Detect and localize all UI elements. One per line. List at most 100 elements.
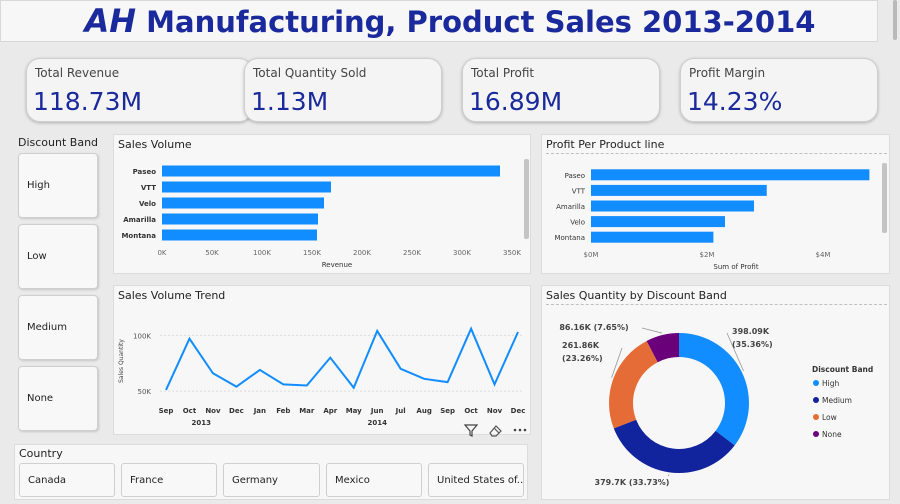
kpi-card-total-profit: Total Profit 16.89M	[462, 58, 660, 122]
year-label: 2013	[191, 419, 211, 427]
slicer-option-label: Medium	[27, 322, 67, 333]
kpi-label: Total Revenue	[35, 66, 120, 80]
slicer-option-low[interactable]: Low	[18, 224, 98, 289]
country-slicer: Country Canada France Germany Mexico Uni…	[14, 444, 528, 500]
x-tick-label: Dec	[229, 407, 244, 415]
x-tick-label: $4M	[816, 251, 831, 259]
bar	[162, 181, 331, 193]
leader-line	[641, 327, 662, 334]
slicer-title: Country	[19, 447, 63, 460]
country-option-label: Germany	[232, 474, 278, 486]
country-option-germany[interactable]: Germany	[223, 463, 320, 497]
slicer-option-high[interactable]: High	[18, 153, 98, 218]
x-tick-label: Jul	[395, 407, 406, 415]
category-label: Amarilla	[123, 216, 156, 224]
more-options-icon[interactable]	[510, 422, 530, 438]
x-tick-label: Sep	[440, 407, 455, 415]
sales-volume-trend-chart: Sales Volume Trend 50K 100K Sales Quantity…	[113, 285, 531, 438]
title-bar: AH Manufacturing, Product Sales 2013-201…	[0, 0, 897, 42]
kpi-card-total-quantity: Total Quantity Sold 1.13M	[244, 58, 442, 122]
data-label-pct: (35.36%)	[732, 340, 773, 349]
year-label: 2014	[367, 419, 387, 427]
slicer-option-label: High	[27, 180, 50, 191]
kpi-card-total-revenue: Total Revenue 118.73M	[26, 58, 253, 122]
x-tick-label: Jun	[370, 407, 384, 415]
data-label: 379.7K (33.73%)	[595, 478, 670, 487]
sales-quantity-discount-chart: Sales Quantity by Discount Band 398.09K(…	[541, 285, 890, 500]
category-label: Velo	[139, 200, 156, 208]
bar	[162, 165, 500, 177]
category-label: Paseo	[133, 168, 157, 176]
slicer-option-label: Low	[27, 251, 47, 262]
bar	[162, 213, 318, 225]
x-tick-label: Apr	[323, 407, 337, 415]
page-title: AH Manufacturing, Product Sales 2013-201…	[0, 2, 900, 40]
x-tick-label: Oct	[464, 407, 478, 415]
y-tick-label: 100K	[133, 332, 151, 340]
category-label: Velo	[570, 219, 585, 227]
slicer-option-none[interactable]: None	[18, 366, 98, 431]
category-label: Montana	[121, 232, 156, 240]
kpi-value: 1.13M	[251, 87, 329, 116]
kpi-value: 16.89M	[469, 87, 563, 116]
legend-marker	[813, 397, 819, 403]
leader-line	[667, 474, 670, 477]
country-option-mexico[interactable]: Mexico	[326, 463, 422, 497]
x-tick-label: Jan	[253, 407, 266, 415]
data-label: 261.86K	[562, 341, 600, 350]
legend-label: High	[822, 379, 839, 388]
profit-per-product-plot: $0M $2M $4M Paseo VTT Amarilla Velo Montana Sum …	[554, 169, 870, 271]
bar	[591, 169, 870, 181]
trend-line	[165, 326, 519, 391]
data-label: 398.09K	[732, 327, 770, 336]
country-option-france[interactable]: France	[121, 463, 217, 497]
eraser-icon[interactable]	[486, 422, 504, 438]
slicer-title: Discount Band	[18, 136, 99, 149]
sales-volume-chart: Sales Volume 0K 50K 100K 150K 200K 250K 300K 35…	[113, 134, 531, 274]
kpi-card-profit-margin: Profit Margin 14.23%	[680, 58, 878, 122]
category-label: VTT	[141, 184, 156, 192]
y-tick-label: 50K	[138, 388, 152, 396]
title-rest: Manufacturing, Product Sales 2013-2014	[136, 5, 816, 39]
x-tick-label: Mar	[299, 407, 315, 415]
country-option-label: United States of...	[437, 474, 524, 486]
donut-slice	[609, 340, 658, 429]
donut-slice	[679, 333, 749, 446]
category-label: Amarilla	[556, 203, 585, 211]
bar	[591, 216, 725, 228]
category-label: VTT	[572, 187, 586, 195]
slicer-option-label: None	[27, 393, 54, 404]
visual-toolbar	[450, 422, 530, 438]
x-tick-label: $0M	[584, 251, 599, 259]
x-tick-label: 250K	[403, 249, 421, 257]
slicer-option-medium[interactable]: Medium	[18, 295, 98, 360]
bar	[162, 229, 317, 241]
filter-icon[interactable]	[462, 422, 480, 438]
bar	[591, 231, 714, 243]
legend-marker	[813, 380, 819, 386]
kpi-value: 118.73M	[33, 87, 143, 116]
legend-title: Discount Band	[812, 365, 873, 374]
legend-marker	[813, 431, 819, 437]
sales-volume-scrollbar[interactable]	[524, 159, 529, 239]
country-option-usa[interactable]: United States of...	[428, 463, 524, 497]
x-axis-label: Revenue	[322, 261, 353, 269]
country-option-canada[interactable]: Canada	[19, 463, 115, 497]
country-option-label: France	[130, 474, 164, 486]
discount-band-slicer: Discount Band High Low Medium None	[18, 134, 102, 434]
legend-label: Medium	[822, 396, 852, 405]
bar	[591, 184, 767, 196]
profit-scrollbar[interactable]	[882, 163, 887, 233]
legend-label: None	[822, 430, 842, 439]
x-tick-label: Aug	[416, 407, 431, 415]
sales-volume-trend-plot: 50K 100K Sales Quantity Sep Oct Nov Dec Jan Feb M…	[118, 326, 526, 427]
x-tick-label: $2M	[700, 251, 715, 259]
title-scrollbar[interactable]	[893, 0, 897, 40]
x-tick-label: Dec	[511, 407, 526, 415]
x-tick-label: 0K	[157, 249, 166, 257]
country-option-label: Canada	[28, 474, 67, 486]
data-label-pct: (23.26%)	[562, 354, 603, 363]
x-tick-label: Nov	[487, 407, 503, 415]
legend-label: Low	[822, 413, 837, 422]
kpi-label: Total Profit	[471, 66, 535, 80]
